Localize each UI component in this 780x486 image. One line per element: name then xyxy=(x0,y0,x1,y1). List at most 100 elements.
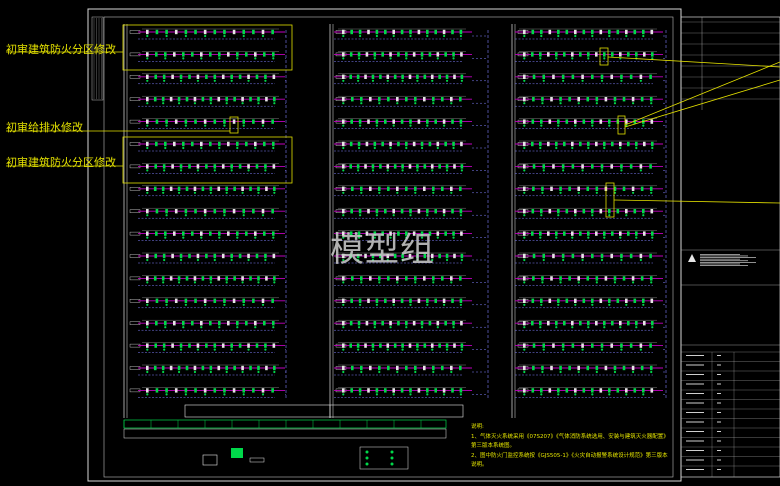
device-symbol xyxy=(460,343,464,348)
device-node xyxy=(619,326,622,329)
device-node xyxy=(196,169,200,172)
device-symbol xyxy=(146,186,149,191)
device-symbol xyxy=(164,52,167,57)
device-symbol xyxy=(548,298,552,303)
device-symbol xyxy=(171,74,174,79)
device-symbol xyxy=(146,388,149,393)
device-symbol xyxy=(401,164,404,169)
device-symbol xyxy=(577,186,580,191)
device-node xyxy=(581,169,584,172)
device-symbol xyxy=(373,321,377,326)
device-node xyxy=(523,258,526,262)
device-node xyxy=(378,281,381,284)
device-node xyxy=(204,393,207,396)
device-symbol xyxy=(252,119,255,124)
device-node xyxy=(242,124,245,127)
device-symbol xyxy=(619,321,622,326)
device-symbol xyxy=(223,388,226,393)
device-symbol xyxy=(193,276,197,281)
device-symbol xyxy=(381,141,384,147)
device-node xyxy=(523,236,526,239)
device-symbol xyxy=(460,141,463,147)
device-node xyxy=(523,303,526,306)
device-symbol xyxy=(400,209,404,214)
device-symbol xyxy=(161,97,165,102)
device-symbol xyxy=(396,365,399,371)
device-symbol xyxy=(430,164,434,169)
title-block-text xyxy=(686,393,704,394)
device-symbol xyxy=(357,141,361,147)
device-node xyxy=(587,236,590,239)
device-symbol xyxy=(155,29,159,35)
device-node xyxy=(420,326,424,329)
device-node xyxy=(562,348,565,351)
device-symbol xyxy=(599,298,603,303)
device-symbol xyxy=(263,52,266,57)
device-symbol xyxy=(257,186,260,191)
device-symbol xyxy=(639,164,643,169)
device-symbol xyxy=(369,276,372,281)
floor-row xyxy=(129,163,286,174)
device-node xyxy=(196,79,200,82)
device-symbol xyxy=(574,209,577,214)
device-symbol xyxy=(161,365,165,371)
device-symbol xyxy=(174,119,178,124)
device-symbol xyxy=(188,164,191,169)
title-block-text xyxy=(700,257,756,258)
device-symbol xyxy=(651,231,654,236)
device-symbol xyxy=(223,209,226,214)
device-node xyxy=(443,303,446,306)
floor-row xyxy=(515,364,666,376)
device-symbol xyxy=(417,298,421,303)
device-node xyxy=(254,326,257,329)
device-node xyxy=(342,57,345,60)
device-symbol xyxy=(453,164,456,169)
device-node xyxy=(452,236,455,239)
device-node xyxy=(378,370,381,374)
device-symbol xyxy=(393,343,397,348)
device-symbol xyxy=(263,231,266,236)
device-symbol xyxy=(381,321,384,326)
device-symbol xyxy=(194,29,197,35)
device-symbol xyxy=(233,186,236,191)
device-node xyxy=(642,393,645,396)
device-node xyxy=(426,124,429,127)
device-node xyxy=(587,146,590,150)
device-symbol xyxy=(414,365,417,371)
device-symbol xyxy=(194,298,197,303)
device-node xyxy=(213,79,216,82)
control-panel-row xyxy=(123,419,447,429)
device-symbol xyxy=(236,141,239,147)
device-node xyxy=(555,57,558,60)
device-node xyxy=(608,303,611,306)
device-symbol xyxy=(625,209,628,214)
device-symbol xyxy=(396,186,399,191)
device-node xyxy=(600,79,604,82)
device-symbol xyxy=(367,298,370,303)
device-symbol xyxy=(426,298,429,303)
device-symbol xyxy=(523,253,526,259)
device-node xyxy=(452,146,455,150)
device-node xyxy=(562,258,565,262)
device-symbol xyxy=(423,74,427,79)
workstation-symbol xyxy=(231,448,243,458)
device-node xyxy=(577,370,580,374)
device-symbol xyxy=(532,164,536,169)
device-symbol xyxy=(350,388,353,393)
floor-row xyxy=(334,342,488,353)
device-symbol xyxy=(389,52,392,57)
device-node xyxy=(401,79,404,82)
device-symbol xyxy=(367,388,370,393)
device-symbol xyxy=(241,276,244,281)
device-node xyxy=(218,146,221,150)
device-symbol xyxy=(423,164,427,169)
device-symbol xyxy=(611,141,614,147)
device-symbol xyxy=(169,276,173,281)
device-node xyxy=(409,393,412,396)
device-node xyxy=(459,393,462,396)
device-symbol xyxy=(349,343,353,348)
device-node xyxy=(177,102,181,105)
device-node xyxy=(557,214,560,217)
device-node xyxy=(360,281,363,284)
device-symbol xyxy=(561,164,565,169)
